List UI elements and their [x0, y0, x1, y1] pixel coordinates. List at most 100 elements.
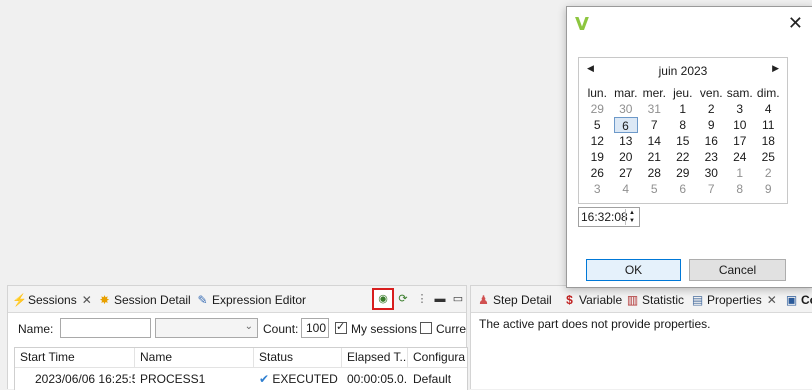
calendar-day[interactable]: 9: [697, 117, 726, 133]
calendar-day[interactable]: 12: [583, 133, 612, 149]
count-input[interactable]: 100: [301, 318, 329, 338]
filter-date-button[interactable]: ◉: [372, 288, 394, 310]
maximize-button[interactable]: ▭: [449, 290, 467, 308]
cell-status: ✔ EXECUTED: [254, 370, 342, 389]
calendar-day[interactable]: 1: [726, 165, 755, 181]
calendar-day[interactable]: 14: [640, 133, 669, 149]
calendar-day[interactable]: 2: [697, 101, 726, 117]
status-text: EXECUTED: [272, 372, 338, 386]
calendar-day[interactable]: 16: [697, 133, 726, 149]
calendar-day[interactable]: 7: [640, 117, 669, 133]
refresh-icon: ⟳: [398, 293, 408, 305]
calendar-day[interactable]: 7: [697, 181, 726, 197]
dialog-close-button[interactable]: ✕: [788, 13, 803, 33]
cell-start-time: 2023/06/06 16:25:5: [35, 372, 135, 386]
calendar-day[interactable]: 4: [612, 181, 641, 197]
calendar-day[interactable]: 8: [669, 117, 698, 133]
calendar-day[interactable]: 23: [697, 149, 726, 165]
calendar-day[interactable]: 6: [669, 181, 698, 197]
tab-sessions-label: Sessions: [28, 293, 77, 307]
calendar-day[interactable]: 5: [640, 181, 669, 197]
minimize-button[interactable]: ▬: [431, 290, 449, 308]
calendar-day[interactable]: 30: [697, 165, 726, 181]
calendar-day[interactable]: 28: [640, 165, 669, 181]
close-icon: ✕: [787, 13, 803, 33]
spin-up-icon[interactable]: ▲: [626, 209, 638, 217]
column-configuration[interactable]: Configura: [408, 348, 467, 367]
time-input[interactable]: 16:32:08 ▲ ▼: [578, 207, 640, 227]
calendar-day[interactable]: 4: [754, 101, 783, 117]
tab-variable[interactable]: $ Variable: [563, 291, 622, 309]
calendar-day[interactable]: 11: [754, 117, 783, 133]
properties-panel: ♟ Step Detail $ Variable ▥ Statistic ▤ P…: [470, 285, 812, 389]
column-start-time[interactable]: Start Time: [15, 348, 135, 367]
properties-icon: ▤: [691, 292, 704, 307]
calendar-day[interactable]: 29: [669, 165, 698, 181]
calendar-day[interactable]: 17: [726, 133, 755, 149]
close-icon[interactable]: ✕: [767, 293, 777, 307]
calendar-day[interactable]: 29: [583, 101, 612, 117]
column-status[interactable]: Status: [254, 348, 342, 367]
calendar-filter-icon: ◉: [378, 293, 388, 305]
calendar: ◀ juin 2023 ▶ lun. mar. mer. jeu. ven. sam. di…: [578, 57, 788, 204]
calendar-day[interactable]: 3: [726, 101, 755, 117]
ok-button[interactable]: OK: [586, 259, 681, 281]
my-sessions-label: My sessions: [351, 322, 418, 336]
name-input[interactable]: [60, 318, 151, 338]
calendar-day[interactable]: 3: [583, 181, 612, 197]
cancel-button[interactable]: Cancel: [689, 259, 786, 281]
sessions-table: Start Time Name Status Elapsed T... Conf…: [14, 347, 468, 390]
refresh-button[interactable]: ⟳: [394, 290, 412, 308]
tab-expression-editor-label: Expression Editor: [212, 293, 307, 307]
calendar-day[interactable]: 26: [583, 165, 612, 181]
tab-step-detail[interactable]: ♟ Step Detail: [477, 291, 552, 309]
calendar-day[interactable]: 15: [669, 133, 698, 149]
calendar-day[interactable]: 9: [754, 181, 783, 197]
tab-console[interactable]: ▣ Co: [785, 291, 812, 309]
weekday-header: sam.: [726, 86, 753, 100]
properties-message: The active part does not provide propert…: [479, 317, 711, 331]
calendar-day[interactable]: 6: [613, 117, 638, 133]
next-month-button[interactable]: ▶: [772, 63, 779, 74]
calendar-day[interactable]: 2: [754, 165, 783, 181]
calendar-day[interactable]: 1: [669, 101, 698, 117]
session-detail-icon: ✸: [99, 292, 110, 307]
column-elapsed-time[interactable]: Elapsed T...: [342, 348, 408, 367]
calendar-day[interactable]: 27: [612, 165, 641, 181]
calendar-day[interactable]: 18: [754, 133, 783, 149]
cell-configuration: Default: [413, 372, 452, 386]
weekday-header: lun.: [587, 86, 607, 100]
calendar-day[interactable]: 20: [612, 149, 641, 165]
calendar-day[interactable]: 24: [726, 149, 755, 165]
minimize-icon: ▬: [434, 293, 446, 305]
current-checkbox[interactable]: [420, 322, 432, 334]
table-row[interactable]: 2023/06/06 16:25:5 PROCESS1 ✔ EXECUTED 0…: [15, 370, 467, 389]
calendar-day[interactable]: 30: [612, 101, 641, 117]
calendar-day[interactable]: 19: [583, 149, 612, 165]
time-spinner[interactable]: ▲ ▼: [625, 209, 638, 225]
name-combo[interactable]: ⌄: [155, 318, 258, 338]
app-logo: V: [575, 14, 589, 35]
sessions-tabbar: ⚡ Sessions ✕ ✸ Session Detail ✎ Expressi…: [8, 286, 466, 313]
tab-statistic[interactable]: ▥ Statistic: [626, 291, 684, 309]
session-filter-bar: Name: ⌄ Count: 100 My sessions Curre: [8, 316, 466, 340]
calendar-day[interactable]: 10: [726, 117, 755, 133]
tab-properties[interactable]: ▤ Properties ✕: [691, 291, 777, 309]
close-icon[interactable]: ✕: [82, 293, 92, 307]
calendar-day[interactable]: 5: [583, 117, 612, 133]
calendar-day[interactable]: 13: [612, 133, 641, 149]
view-menu-button[interactable]: ⋮: [413, 290, 431, 308]
tab-variable-label: Variable: [579, 293, 623, 307]
tab-expression-editor[interactable]: ✎ Expression Editor: [196, 291, 306, 309]
tab-session-detail[interactable]: ✸ Session Detail: [98, 291, 190, 309]
calendar-day[interactable]: 8: [726, 181, 755, 197]
tab-sessions[interactable]: ⚡ Sessions ✕: [12, 291, 92, 309]
calendar-day[interactable]: 22: [669, 149, 698, 165]
calendar-day[interactable]: 25: [754, 149, 783, 165]
my-sessions-checkbox[interactable]: [335, 320, 347, 334]
spin-down-icon[interactable]: ▼: [626, 217, 638, 225]
tab-console-label: Co: [801, 293, 812, 307]
calendar-day[interactable]: 31: [640, 101, 669, 117]
column-name[interactable]: Name: [135, 348, 254, 367]
calendar-day[interactable]: 21: [640, 149, 669, 165]
